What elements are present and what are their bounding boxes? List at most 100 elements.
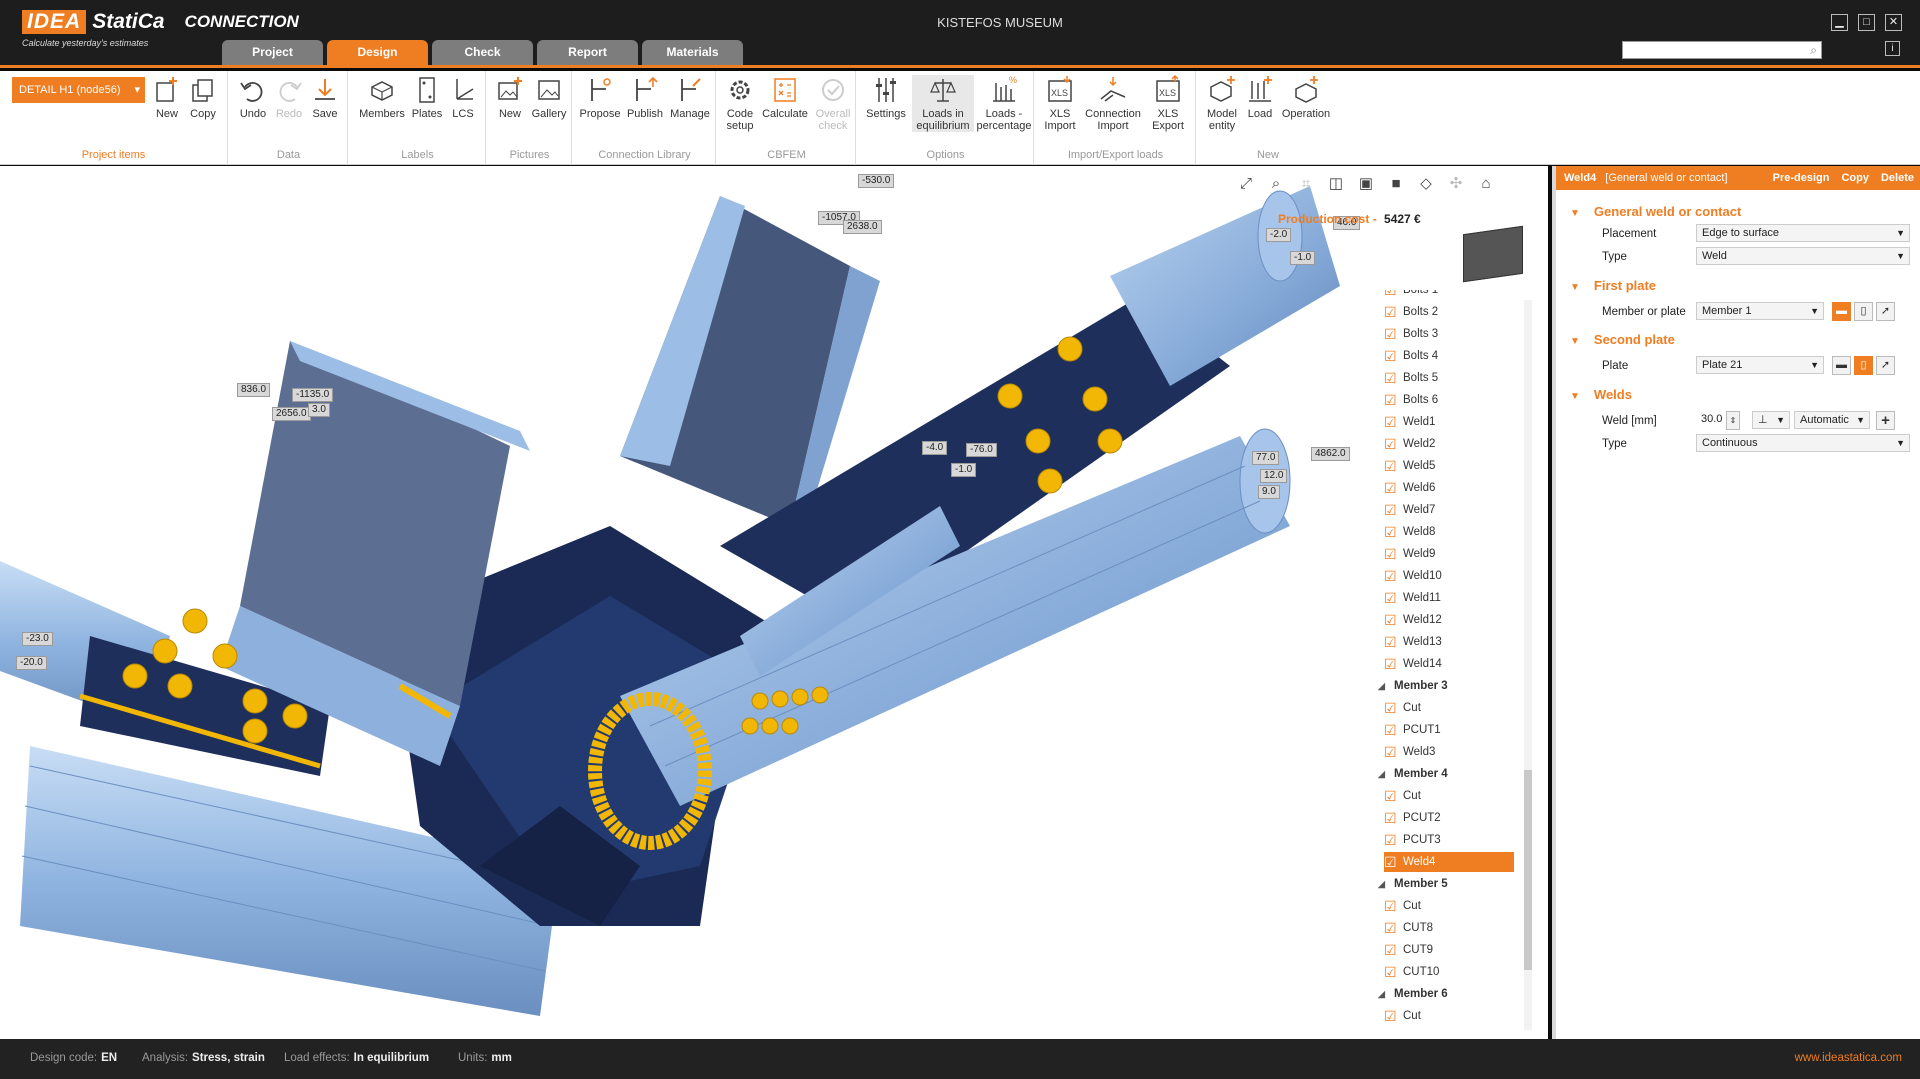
maximize-button[interactable]: □ (1858, 14, 1875, 31)
pick-cursor-icon[interactable]: ➚ (1876, 356, 1895, 375)
tree-item[interactable]: ☑ Weld10 (1384, 566, 1442, 586)
tree-item[interactable]: ☑ CUT9 (1384, 940, 1433, 960)
checkbox-icon[interactable]: ☑ (1384, 349, 1397, 363)
weld-mode-select[interactable]: Automatic ▼ (1794, 411, 1870, 429)
home-view-icon[interactable]: ⌂ (1476, 174, 1496, 194)
save-button[interactable]: Save (308, 75, 342, 120)
weld-continuity-select[interactable]: Continuous ▼ (1696, 434, 1910, 452)
tab-report[interactable]: Report (537, 40, 638, 65)
checkbox-icon[interactable]: ☑ (1384, 943, 1397, 957)
checkbox-icon[interactable]: ☑ (1384, 393, 1397, 407)
loads-in-equilibrium-button[interactable]: Loads in equilibrium (912, 75, 974, 132)
minimize-button[interactable]: ▁ (1831, 14, 1848, 31)
section-welds[interactable]: ▼ Welds (1570, 387, 1632, 402)
checkbox-icon[interactable]: ☑ (1384, 899, 1397, 913)
tree-group[interactable]: ◢ Member 5 (1378, 874, 1448, 894)
operation-button[interactable]: Operation (1278, 75, 1334, 120)
plate-edge-icon[interactable]: ▬ (1832, 356, 1851, 375)
loads-percentage-button[interactable]: % Loads - percentage (976, 75, 1032, 132)
tree-item[interactable]: ☑ Cut (1384, 1006, 1421, 1026)
tree-group[interactable]: ◢ Member 3 (1378, 676, 1448, 696)
expand-triangle-icon[interactable]: ◢ (1378, 874, 1390, 894)
tab-project[interactable]: Project (222, 40, 323, 65)
propose-button[interactable]: Propose (578, 75, 622, 120)
new-item-button[interactable]: New (150, 75, 184, 120)
checkbox-icon[interactable]: ☑ (1384, 547, 1397, 561)
checkbox-icon[interactable]: ☑ (1384, 591, 1397, 605)
connection-model-3d[interactable] (0, 166, 1378, 1039)
view-front-icon[interactable]: ◫ (1326, 174, 1346, 194)
checkbox-icon[interactable]: ☑ (1384, 290, 1397, 297)
tree-item[interactable]: ☑ Weld9 (1384, 544, 1435, 564)
code-setup-button[interactable]: Code setup (722, 75, 758, 132)
xls-export-button[interactable]: XLS XLS Export (1146, 75, 1190, 132)
redo-button[interactable]: Redo (272, 75, 306, 120)
website-link[interactable]: www.ideastatica.com (1795, 1052, 1902, 1064)
checkbox-icon[interactable]: ☑ (1384, 635, 1397, 649)
expand-triangle-icon[interactable]: ◢ (1378, 984, 1390, 1004)
gallery-button[interactable]: Gallery (530, 75, 568, 120)
weld-type-select[interactable]: Weld ▼ (1696, 247, 1910, 265)
manage-button[interactable]: Manage (668, 75, 712, 120)
tree-item[interactable]: ☑ Bolts 3 (1384, 324, 1438, 344)
plate-select[interactable]: Plate 21 ▼ (1696, 356, 1824, 374)
checkbox-icon[interactable]: ☑ (1384, 657, 1397, 671)
placement-select[interactable]: Edge to surface ▼ (1696, 224, 1910, 242)
expand-triangle-icon[interactable]: ◢ (1378, 676, 1390, 696)
calculate-button[interactable]: Calculate (760, 75, 810, 120)
lcs-button[interactable]: LCS (446, 75, 480, 120)
checkbox-icon[interactable]: ☑ (1384, 833, 1397, 847)
tree-item-selected[interactable]: ☑ Weld4 (1384, 852, 1514, 872)
tree-item[interactable]: ☑ Cut (1384, 786, 1421, 806)
tree-item[interactable]: ☑ Bolts 1 (1384, 290, 1438, 300)
connection-import-button[interactable]: Connection Import (1082, 75, 1144, 132)
view-solid-icon[interactable]: ■ (1386, 174, 1406, 194)
tree-item[interactable]: ☑ Weld14 (1384, 654, 1442, 674)
expand-triangle-icon[interactable]: ◢ (1378, 764, 1390, 784)
tree-item[interactable]: ☑ Cut (1384, 896, 1421, 916)
new-picture-button[interactable]: New (492, 75, 528, 120)
tree-item[interactable]: ☑ Weld13 (1384, 632, 1442, 652)
publish-button[interactable]: Publish (624, 75, 666, 120)
plate-face-icon[interactable]: ▯ (1854, 302, 1873, 321)
add-weld-icon[interactable]: + (1876, 411, 1895, 430)
tree-item[interactable]: ☑ Weld1 (1384, 412, 1435, 432)
checkbox-icon[interactable]: ☑ (1384, 503, 1397, 517)
section-first-plate[interactable]: ▼ First plate (1570, 278, 1656, 293)
stepper-icon[interactable]: ⇕ (1726, 411, 1740, 430)
checkbox-icon[interactable]: ☑ (1384, 745, 1397, 759)
tree-item[interactable]: ☑ Weld11 (1384, 588, 1441, 608)
section-general-weld[interactable]: ▼ General weld or contact (1570, 204, 1741, 219)
tree-item[interactable]: ☑ Weld3 (1384, 742, 1435, 762)
checkbox-icon[interactable]: ☑ (1384, 613, 1397, 627)
checkbox-icon[interactable]: ☑ (1384, 1009, 1397, 1023)
crop-icon[interactable]: ⌗ (1296, 174, 1316, 194)
tree-item[interactable]: ☑ PCUT3 (1384, 830, 1441, 850)
tab-design[interactable]: Design (327, 40, 428, 65)
pick-cursor-icon[interactable]: ➚ (1876, 302, 1895, 321)
checkbox-icon[interactable]: ☑ (1384, 789, 1397, 803)
tree-item[interactable]: ☑ CUT8 (1384, 918, 1433, 938)
tree-item[interactable]: ☑ Weld5 (1384, 456, 1435, 476)
checkbox-icon[interactable]: ☑ (1384, 723, 1397, 737)
tree-item[interactable]: ☑ Bolts 6 (1384, 390, 1438, 410)
tree-item[interactable]: ☑ Bolts 4 (1384, 346, 1438, 366)
tree-item[interactable]: ☑ Weld8 (1384, 522, 1435, 542)
checkbox-icon[interactable]: ☑ (1384, 415, 1397, 429)
checkbox-icon[interactable]: ☑ (1384, 481, 1397, 495)
tree-group[interactable]: ◢ Member 4 (1378, 764, 1448, 784)
zoom-icon[interactable]: ⌕ (1266, 174, 1286, 194)
view-iso-icon[interactable]: ▣ (1356, 174, 1376, 194)
checkbox-icon[interactable]: ☑ (1384, 921, 1397, 935)
load-button[interactable]: Load (1244, 75, 1276, 120)
info-icon[interactable]: i (1885, 41, 1900, 56)
detail-selector[interactable]: DETAIL H1 (node56) ▾ (12, 77, 145, 103)
pre-design-button[interactable]: Pre-design (1773, 166, 1830, 190)
zoom-extents-icon[interactable]: ⤢ (1236, 174, 1256, 194)
checkbox-icon[interactable]: ☑ (1384, 965, 1397, 979)
overall-check-button[interactable]: Overall check (814, 75, 852, 132)
tree-group[interactable]: ◢ Member 6 (1378, 984, 1448, 1004)
tree-item[interactable]: ☑ CUT10 (1384, 962, 1439, 982)
checkbox-icon[interactable]: ☑ (1384, 855, 1397, 869)
plate-edge-icon[interactable]: ▬ (1832, 302, 1851, 321)
